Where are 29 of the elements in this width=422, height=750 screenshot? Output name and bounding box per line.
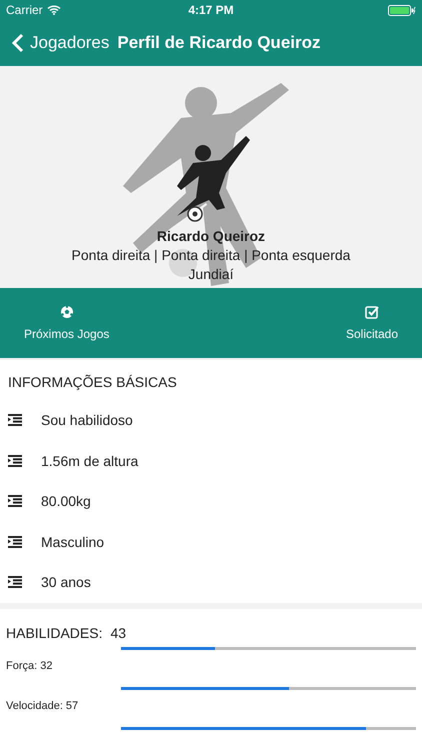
action-button[interactable]: Solicitado [346, 288, 398, 358]
player-positions: Ponta direita | Ponta direita | Ponta esquerda [72, 247, 350, 263]
screen-title: Perfil de Ricardo Queiroz [117, 33, 320, 53]
section-heading: INFORMAÇÕES BÁSICAS [8, 374, 178, 390]
list-indent-icon [8, 536, 22, 548]
list-indent-icon [8, 576, 22, 588]
info-text: Sou habilidoso [41, 412, 133, 428]
back-button[interactable]: Jogadores [12, 33, 110, 53]
section-heading: HABILIDADES: [6, 624, 102, 640]
skill-label: Força: 32 [6, 658, 54, 674]
wifi-icon [46, 5, 61, 15]
info-text: Masculino [41, 534, 104, 550]
chevron-left-icon [12, 33, 24, 53]
checkbox-icon [364, 305, 379, 319]
skill-label: Velocidade: 57 [6, 698, 80, 714]
info-text: 30 anos [41, 574, 91, 590]
list-indent-icon [8, 414, 22, 426]
status-time: 4:17 PM [188, 3, 234, 17]
battery-icon [388, 4, 416, 16]
carrier-name: Carrier [6, 3, 43, 17]
action-button[interactable]: Próximos Jogos [24, 288, 110, 358]
soccer-ball-icon [60, 305, 74, 319]
player-name: Ricardo Queiroz [156, 228, 266, 244]
list-indent-icon [8, 495, 22, 508]
player-city: Jundiaí [188, 266, 234, 282]
skills-total: 43 [110, 624, 126, 640]
info-text: 80.00kg [41, 493, 91, 510]
info-text: 1.56m de altura [41, 452, 138, 469]
list-indent-icon [8, 454, 22, 467]
